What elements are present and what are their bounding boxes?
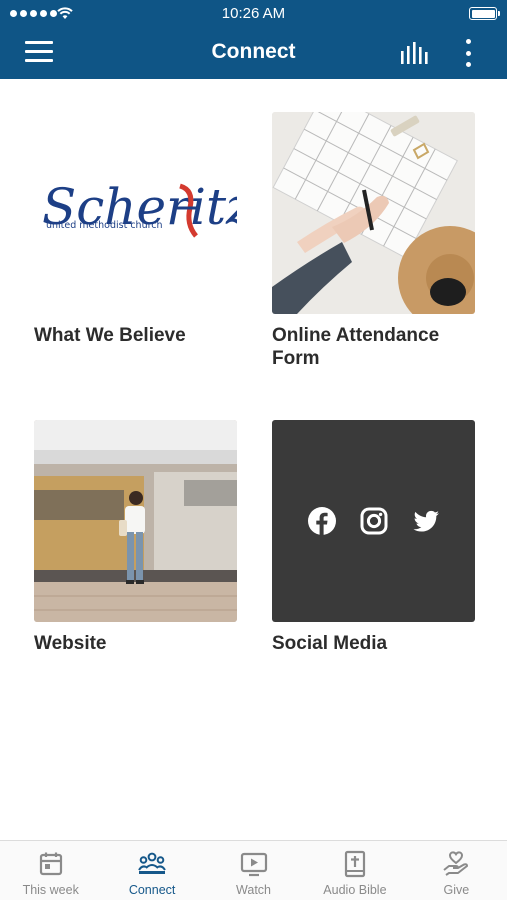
calendar-icon <box>39 852 62 876</box>
heart-hand-icon <box>443 851 469 876</box>
bottom-tab-bar: This week Connect Watch Audio Bible Give <box>0 840 507 900</box>
audio-bars-icon[interactable] <box>400 42 430 64</box>
instagram-icon[interactable] <box>360 507 388 535</box>
tile-what-we-believe[interactable]: Scheritz united methodist church What We… <box>34 112 237 347</box>
tile-website[interactable]: Website <box>34 420 237 655</box>
social-media-panel <box>272 420 475 622</box>
church-logo-image: Scheritz united methodist church <box>34 112 237 314</box>
tile-online-attendance-form[interactable]: Online Attendance Form <box>272 112 475 370</box>
bible-icon <box>344 850 366 878</box>
tile-label: What We Believe <box>34 325 186 346</box>
planner-photo <box>272 112 475 314</box>
train-station-photo <box>34 420 237 622</box>
facebook-icon[interactable] <box>307 507 336 535</box>
app-bar: Connect <box>0 28 507 79</box>
status-bar: 10:26 AM <box>0 0 507 28</box>
twitter-icon[interactable] <box>412 507 440 535</box>
play-screen-icon <box>240 852 267 877</box>
church-logo: Scheritz united methodist church <box>42 178 237 238</box>
tab-audio-bible[interactable]: Audio Bible <box>304 841 405 900</box>
battery-icon <box>469 7 500 20</box>
svg-text:united methodist church: united methodist church <box>46 220 163 231</box>
tab-this-week[interactable]: This week <box>0 841 101 900</box>
tab-label: Give <box>443 883 470 897</box>
tab-give[interactable]: Give <box>406 841 507 900</box>
tile-social-media[interactable]: Social Media <box>272 420 475 655</box>
more-options-icon[interactable] <box>458 39 478 67</box>
page-title: Connect <box>211 40 296 63</box>
tab-label: This week <box>22 883 79 897</box>
tab-label: Watch <box>236 883 271 897</box>
tile-label: Social Media <box>272 633 388 654</box>
status-time: 10:26 AM <box>221 5 286 22</box>
people-icon <box>138 852 166 874</box>
tab-label: Connect <box>128 883 176 897</box>
tab-watch[interactable]: Watch <box>203 841 304 900</box>
tile-label: Website <box>34 633 107 654</box>
tab-connect[interactable]: Connect <box>101 841 202 900</box>
tile-label: Online Attendance Form <box>272 325 440 369</box>
tab-label: Audio Bible <box>323 883 387 897</box>
